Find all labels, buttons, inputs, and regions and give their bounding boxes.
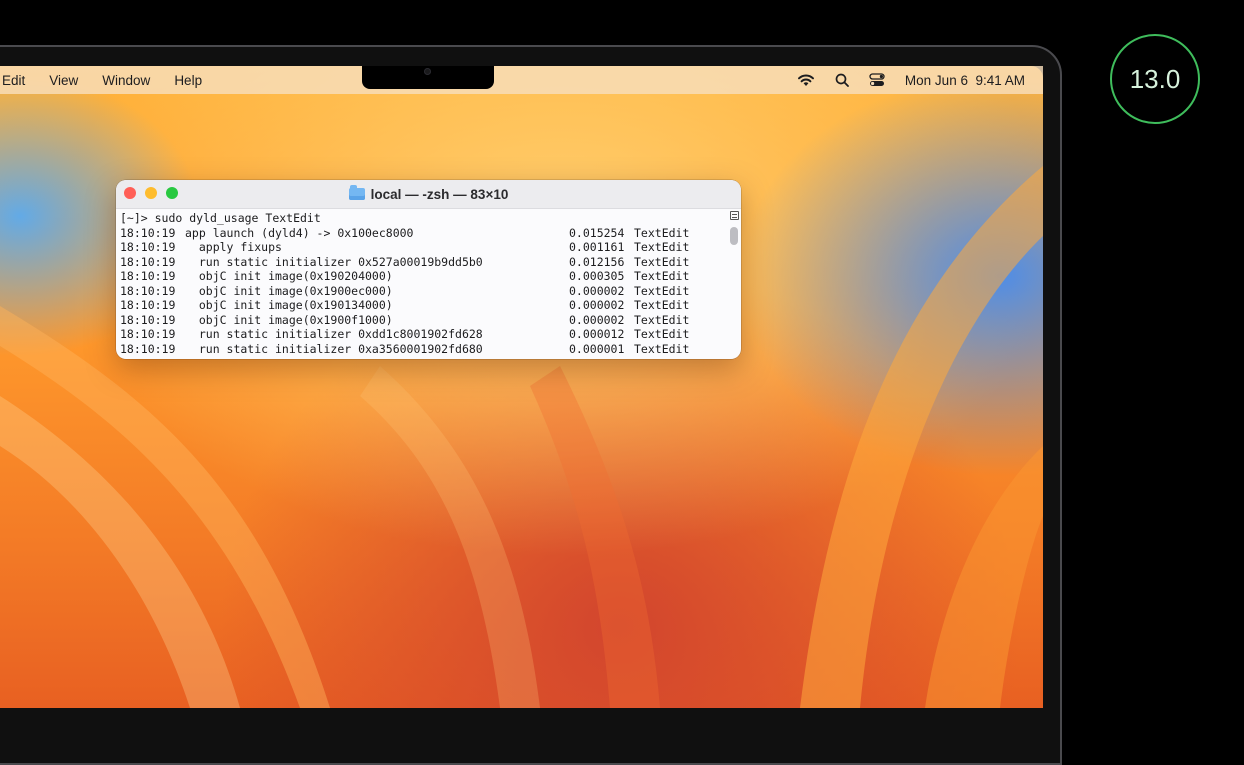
terminal-line: 18:10:19 objC init image(0x190204000) 0.0… <box>120 269 741 284</box>
line-process: TextEdit <box>634 298 690 312</box>
line-duration: 0.012156 <box>569 254 625 269</box>
menu-window[interactable]: Window <box>102 73 150 88</box>
terminal-line: 18:10:19 objC init image(0x1900ec000) 0.0… <box>120 284 741 299</box>
terminal-line: 18:10:19 objC init image(0x190134000) 0.0… <box>120 298 741 313</box>
status-area: Mon Jun 6 9:41 AM <box>797 66 1025 94</box>
version-label: 13.0 <box>1129 63 1181 94</box>
menu-bar: Edit View Window Help Mon Jun 6 9:41 AM <box>0 66 1043 94</box>
version-badge: 13.0 <box>1110 34 1200 124</box>
line-duration: 0.000002 <box>569 312 625 327</box>
folder-icon <box>348 185 365 200</box>
scroll-lines-icon[interactable] <box>730 211 739 220</box>
line-process: TextEdit <box>634 254 690 269</box>
scrollbar[interactable] <box>727 209 741 359</box>
line-time: 18:10:19 <box>120 254 176 269</box>
line-time: 18:10:19 <box>120 327 176 341</box>
wifi-icon[interactable] <box>797 73 815 87</box>
line-time: 18:10:19 <box>120 298 176 312</box>
line-time: 18:10:19 <box>120 240 176 254</box>
terminal-output[interactable]: [~]> sudo dyld_usage TextEdit 18:10:19 ap… <box>116 209 741 356</box>
camera-icon <box>424 68 431 75</box>
line-desc: objC init image(0x1900ec000) <box>185 283 393 298</box>
terminal-line: 18:10:19 run static initializer 0xdd1c80… <box>120 327 741 342</box>
line-time: 18:10:19 <box>120 269 176 283</box>
search-icon[interactable] <box>835 73 849 87</box>
menu-edit[interactable]: Edit <box>2 73 25 88</box>
line-process: TextEdit <box>634 240 690 254</box>
menu-help[interactable]: Help <box>174 73 202 88</box>
line-desc: objC init image(0x190134000) <box>185 298 393 312</box>
terminal-titlebar[interactable]: local — -zsh — 83×10 <box>116 180 741 209</box>
line-process: TextEdit <box>634 327 690 341</box>
line-desc: apply fixups <box>185 240 282 254</box>
line-duration: 0.000305 <box>569 269 625 283</box>
line-time: 18:10:19 <box>120 312 176 327</box>
terminal-line: 18:10:19 apply fixups 0.001161 TextEdit <box>120 240 741 255</box>
line-desc: run static initializer 0x527a00019b9dd5b… <box>185 254 483 269</box>
line-duration: 0.000002 <box>569 283 625 298</box>
menu-view[interactable]: View <box>49 73 78 88</box>
output-lines: 18:10:19 app launch (dyld4) -> 0x100ec800… <box>120 226 741 357</box>
line-process: TextEdit <box>634 341 690 356</box>
control-center-icon[interactable] <box>869 73 885 87</box>
line-duration: 0.001161 <box>569 240 625 254</box>
line-desc: run static initializer 0xa3560001902fd68… <box>185 341 483 356</box>
terminal-line: 18:10:19 run static initializer 0x527a00… <box>120 255 741 270</box>
window-title-text: local — -zsh — 83×10 <box>370 186 509 202</box>
desktop-wallpaper <box>0 66 1043 708</box>
line-desc: app launch (dyld4) -> 0x100ec8000 <box>185 225 414 240</box>
line-process: TextEdit <box>634 312 690 327</box>
line-desc: objC init image(0x1900f1000) <box>185 312 393 327</box>
line-time: 18:10:19 <box>120 341 176 356</box>
terminal-window[interactable]: local — -zsh — 83×10 [~]> sudo dyld_usag… <box>116 180 741 359</box>
line-duration: 0.000002 <box>569 298 625 312</box>
line-desc: objC init image(0x190204000) <box>185 269 393 283</box>
prompt-line: [~]> sudo dyld_usage TextEdit <box>120 211 321 225</box>
terminal-line: 18:10:19 run static initializer 0xa35600… <box>120 342 741 357</box>
line-duration: 0.000012 <box>569 327 625 341</box>
scroll-thumb[interactable] <box>730 227 738 245</box>
line-duration: 0.000001 <box>569 341 625 356</box>
menubar-clock[interactable]: Mon Jun 6 9:41 AM <box>905 73 1025 88</box>
line-process: TextEdit <box>634 283 690 298</box>
line-time: 18:10:19 <box>120 225 176 240</box>
terminal-line: 18:10:19 objC init image(0x1900f1000) 0.0… <box>120 313 741 328</box>
line-duration: 0.015254 <box>569 225 625 240</box>
line-process: TextEdit <box>634 225 690 240</box>
terminal-line: 18:10:19 app launch (dyld4) -> 0x100ec800… <box>120 226 741 241</box>
line-time: 18:10:19 <box>120 283 176 298</box>
window-title: local — -zsh — 83×10 <box>116 180 741 208</box>
line-desc: run static initializer 0xdd1c8001902fd62… <box>185 327 483 341</box>
line-process: TextEdit <box>634 269 690 283</box>
